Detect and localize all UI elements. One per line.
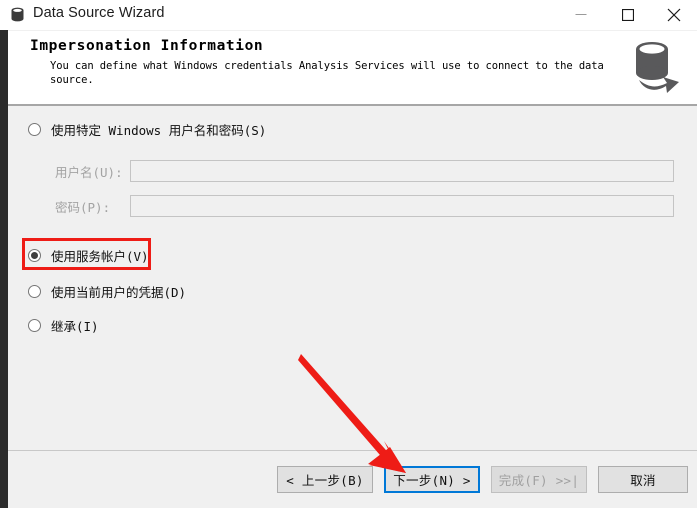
page-description: You can define what Windows credentials … <box>50 60 604 86</box>
radio-option-specific-windows-credentials[interactable]: 使用特定 Windows 用户名和密码(S) <box>28 120 266 138</box>
radio-option-label: 继承(I) <box>51 318 99 334</box>
minimize-button[interactable] <box>558 0 604 30</box>
wizard-body: 使用特定 Windows 用户名和密码(S) 用户名(U): 密码(P): 使用… <box>8 106 697 450</box>
back-button[interactable]: < 上一步(B) <box>277 466 373 493</box>
title-bar: Data Source Wizard <box>0 0 697 31</box>
username-label: 用户名(U): <box>55 165 123 180</box>
wizard-footer: < 上一步(B) 下一步(N) > 完成(F) >>| 取消 <box>8 451 697 508</box>
window-title: Data Source Wizard <box>33 5 165 21</box>
radio-option-inherit[interactable]: 继承(I) <box>28 316 99 334</box>
radio-indicator[interactable] <box>28 284 41 298</box>
finish-button: 完成(F) >>| <box>491 466 587 493</box>
radio-indicator[interactable] <box>28 122 41 136</box>
close-icon <box>667 8 681 22</box>
close-button[interactable] <box>651 0 697 30</box>
radio-indicator[interactable] <box>28 248 41 262</box>
page-title: Impersonation Information <box>30 38 264 54</box>
database-icon <box>10 7 25 23</box>
radio-option-current-user-credentials[interactable]: 使用当前用户的凭据(D) <box>28 282 186 300</box>
username-input[interactable] <box>130 160 674 182</box>
radio-option-service-account[interactable]: 使用服务帐户(V) <box>28 246 149 264</box>
cancel-button[interactable]: 取消 <box>598 466 688 493</box>
password-label: 密码(P): <box>55 200 111 215</box>
wizard-header: Impersonation Information You can define… <box>8 31 697 104</box>
maximize-icon <box>622 9 634 21</box>
data-source-wizard-window: Data Source Wizard Impersonation Informa… <box>0 0 697 508</box>
window-left-edge <box>0 30 8 508</box>
maximize-button[interactable] <box>605 0 651 30</box>
next-button[interactable]: 下一步(N) > <box>384 466 480 493</box>
radio-option-label: 使用当前用户的凭据(D) <box>51 284 187 300</box>
password-input[interactable] <box>130 195 674 217</box>
database-arrow-icon <box>623 36 685 98</box>
radio-option-label: 使用服务帐户(V) <box>51 248 149 264</box>
minimize-icon <box>575 14 587 15</box>
radio-option-label: 使用特定 Windows 用户名和密码(S) <box>51 122 267 138</box>
radio-indicator[interactable] <box>28 318 41 332</box>
